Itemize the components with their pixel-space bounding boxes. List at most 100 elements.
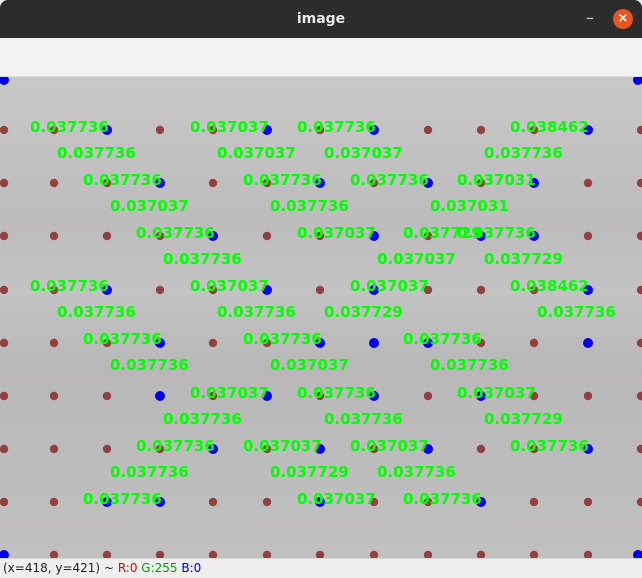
distance-label: 0.037736 [83,490,162,508]
status-coords: (x=418, y=421) ~ [3,561,114,575]
calibration-dot [49,338,59,348]
distance-label: 0.037736 [297,384,376,402]
distance-label: 0.037729 [484,410,563,428]
calibration-dot [315,285,325,295]
distance-label: 0.037037 [243,437,322,455]
calibration-dot [208,497,218,507]
minimize-icon[interactable]: – [583,10,597,26]
calibration-dot [636,444,642,454]
calibration-dot [208,178,218,188]
calibration-dot [636,231,642,241]
calibration-dot [102,391,112,401]
distance-label: 0.037037 [190,384,269,402]
calibration-dot [636,285,642,295]
calibration-dot [529,338,539,348]
distance-label: 0.037736 [163,250,242,268]
distance-label: 0.037031 [457,171,536,189]
calibration-dot [636,338,642,348]
distance-label: 0.037729 [484,250,563,268]
calibration-dot [423,391,433,401]
distance-label: 0.037736 [57,303,136,321]
image-canvas[interactable]: 0.037736 0.037037 0.037736 0.038462 0.037736… [0,77,642,558]
distance-label: 0.037736 [403,330,482,348]
calibration-dot [208,550,218,558]
calibration-dot [636,178,642,188]
calibration-dot [49,231,59,241]
calibration-dot [102,444,112,454]
distance-label: 0.037736 [377,463,456,481]
image-overlay: 0.037736 0.037037 0.037736 0.0384620.037736… [0,77,642,558]
calibration-dot [0,391,9,401]
detected-point [633,77,642,85]
calibration-dot [155,550,165,558]
distance-label: 0.037037 [297,490,376,508]
calibration-dot [529,550,539,558]
calibration-dot [49,178,59,188]
distance-label: 0.037736 [243,330,322,348]
distance-label: 0.038462 [510,277,589,295]
detected-point [369,338,379,348]
distance-label: 0.038462 [510,118,589,136]
calibration-dot [262,231,272,241]
distance-label: 0.037736 [484,144,563,162]
calibration-dot [0,178,9,188]
calibration-dot [636,391,642,401]
distance-label: 0.037736 [136,437,215,455]
status-blue: B:0 [181,561,202,575]
calibration-dot [155,125,165,135]
status-red: R:0 [117,561,138,575]
distance-label: 0.037736 [110,463,189,481]
distance-label: 0.037736 [537,303,616,321]
calibration-dot [49,550,59,558]
calibration-dot [262,550,272,558]
calibration-dot [476,125,486,135]
calibration-dot [636,125,642,135]
calibration-dot [369,550,379,558]
distance-label: 0.037736 [350,171,429,189]
toolbar [0,38,642,77]
distance-label: 0.037736 [30,277,109,295]
calibration-dot [583,178,593,188]
calibration-dot [49,391,59,401]
close-icon[interactable]: × [613,9,633,29]
distance-label: 0.037736 [403,490,482,508]
detected-point [155,391,165,401]
calibration-dot [583,231,593,241]
calibration-dot [102,550,112,558]
detected-point [0,550,9,558]
distance-label: 0.037037 [297,224,376,242]
distance-label: 0.037736 [163,410,242,428]
distance-label: 0.037037 [190,277,269,295]
window-titlebar[interactable]: image – × [0,0,642,38]
calibration-dot [208,338,218,348]
distance-label: 0.037736 [217,303,296,321]
distance-label: 0.037037 [110,197,189,215]
calibration-dot [49,444,59,454]
distance-label: 0.037037 [377,250,456,268]
distance-label: 0.037037 [217,144,296,162]
calibration-dot [583,550,593,558]
distance-label: 0.037736 [324,410,403,428]
distance-label: 0.037729 [324,303,403,321]
calibration-dot [0,231,9,241]
distance-label: 0.037729 [270,463,349,481]
calibration-dot [476,285,486,295]
distance-label: 0.037037 [457,384,536,402]
calibration-dot [476,444,486,454]
distance-label: 0.037736 [457,224,536,242]
distance-label: 0.037736 [510,437,589,455]
distance-label: 0.037736 [30,118,109,136]
distance-label: 0.037736 [110,356,189,374]
calibration-dot [583,497,593,507]
calibration-dot [476,550,486,558]
calibration-dot [0,497,9,507]
window-title: image [296,11,346,27]
distance-label: 0.037736 [270,197,349,215]
calibration-dot [583,391,593,401]
calibration-dot [529,497,539,507]
calibration-dot [155,285,165,295]
calibration-dot [423,125,433,135]
status-green: G:255 [141,561,178,575]
distance-label: 0.037031 [430,197,509,215]
calibration-dot [636,497,642,507]
